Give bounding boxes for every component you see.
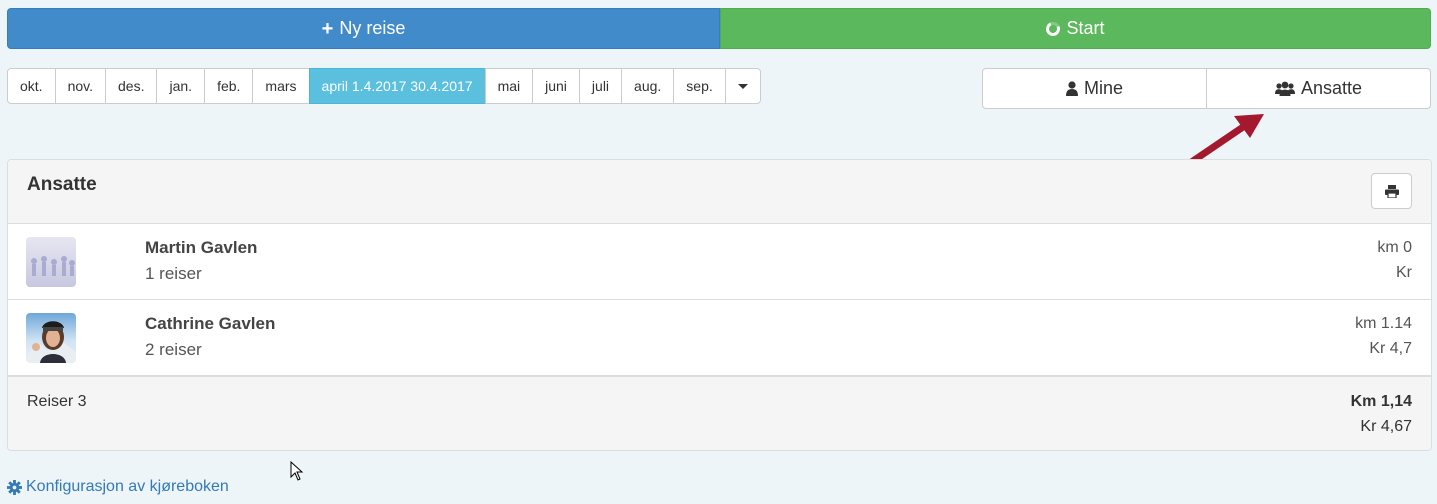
total-km: Km 1,14: [1350, 393, 1412, 410]
mouse-cursor-icon: [290, 461, 304, 481]
start-button[interactable]: Start: [720, 8, 1431, 49]
plus-icon: +: [321, 17, 334, 40]
caret-down-icon: [737, 83, 748, 89]
employee-name: Cathrine Gavlen: [145, 314, 276, 333]
circle-notch-icon: [1044, 19, 1063, 38]
mine-label: Mine: [1083, 78, 1123, 98]
configuration-link[interactable]: Konfigurasjon av kjøreboken: [7, 478, 229, 496]
gear-icon: [7, 479, 22, 495]
avatar-placeholder-graphic: [31, 256, 75, 276]
user-icon: [1065, 81, 1078, 96]
month-april-active[interactable]: april 1.4.2017 30.4.2017: [308, 68, 486, 104]
month-okt[interactable]: okt.: [7, 68, 56, 104]
month-juni[interactable]: juni: [532, 68, 580, 104]
month-juli[interactable]: juli: [578, 68, 623, 104]
avatar: [26, 237, 76, 287]
month-sep[interactable]: sep.: [673, 68, 726, 104]
users-icon: [1274, 81, 1295, 96]
top-action-bar: + Ny reise Start: [7, 8, 1431, 49]
employees-panel: Ansatte Martin Gavlen 1 reiser km 0 Kr C…: [7, 159, 1432, 451]
print-icon: [1384, 184, 1399, 198]
month-aug[interactable]: aug.: [621, 68, 675, 104]
configuration-link-label: Konfigurasjon av kjøreboken: [26, 478, 229, 495]
month-selector: okt. nov. des. jan. feb. mars april 1.4.…: [7, 68, 761, 104]
more-months-dropdown[interactable]: [724, 68, 761, 104]
panel-title: Ansatte: [27, 174, 97, 195]
avatar: [26, 313, 76, 363]
total-kr: Kr 4,67: [1360, 418, 1412, 435]
employee-kr: Kr: [1396, 264, 1412, 281]
month-mars[interactable]: mars: [252, 68, 310, 104]
month-mai[interactable]: mai: [484, 68, 534, 104]
month-jan[interactable]: jan.: [156, 68, 206, 104]
panel-footer: Reiser 3 Km 1,14 Kr 4,67: [8, 376, 1431, 450]
employee-trip-count: 1 reiser: [145, 264, 202, 283]
month-feb[interactable]: feb.: [204, 68, 254, 104]
month-nov[interactable]: nov.: [54, 68, 107, 104]
employee-kr: Kr 4,7: [1369, 340, 1412, 357]
employee-trip-count: 2 reiser: [145, 340, 202, 359]
employee-row[interactable]: Cathrine Gavlen 2 reiser km 1.14 Kr 4,7: [8, 300, 1431, 376]
panel-header: Ansatte: [8, 160, 1431, 224]
employee-km: km 0: [1377, 239, 1412, 256]
avatar-photo-graphic: [26, 321, 76, 363]
mine-button[interactable]: Mine: [982, 68, 1207, 109]
employees-label: Ansatte: [1300, 78, 1363, 98]
employee-row[interactable]: Martin Gavlen 1 reiser km 0 Kr: [8, 224, 1431, 300]
start-label: Start: [1066, 18, 1105, 38]
employee-name: Martin Gavlen: [145, 238, 258, 257]
print-button[interactable]: [1371, 173, 1412, 209]
employees-button[interactable]: Ansatte: [1206, 68, 1431, 109]
month-des[interactable]: des.: [105, 68, 158, 104]
employee-km: km 1.14: [1355, 315, 1412, 332]
new-trip-button[interactable]: + Ny reise: [7, 8, 720, 49]
new-trip-label: Ny reise: [339, 18, 406, 38]
total-trips: Reiser 3: [27, 393, 87, 410]
scope-toggle: Mine Ansatte: [982, 68, 1432, 109]
